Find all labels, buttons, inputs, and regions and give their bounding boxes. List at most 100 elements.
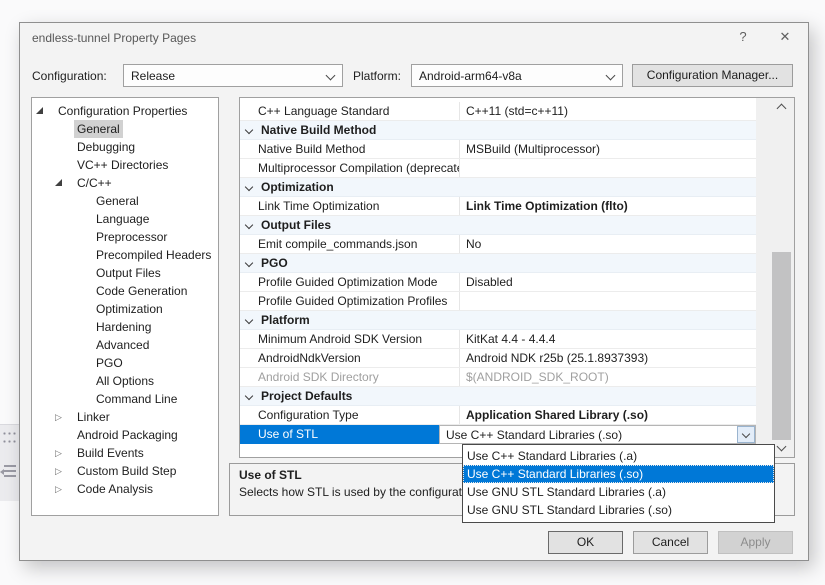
configuration-select[interactable]: Release <box>123 64 343 87</box>
tree-item-all-options[interactable]: All Options <box>32 372 218 390</box>
category-label: PGO <box>261 256 288 270</box>
tree-item-code-analysis[interactable]: ▷ Code Analysis <box>32 480 218 498</box>
tree-item-custom-build-step[interactable]: ▷Custom Build Step <box>32 462 218 480</box>
collapse-icon[interactable] <box>245 316 253 324</box>
property-value[interactable]: Disabled <box>460 273 756 291</box>
tree-item-output-files[interactable]: Output Files <box>32 264 218 282</box>
tree-item-build-events[interactable]: ▷Build Events <box>32 444 218 462</box>
cancel-button[interactable]: Cancel <box>633 531 708 554</box>
grid-row-minimum-android-sdk-version[interactable]: Minimum Android SDK VersionKitKat 4.4 - … <box>240 330 756 349</box>
combobox-dropdown-button[interactable] <box>737 426 755 443</box>
grid-row-emit-compile-commands-json[interactable]: Emit compile_commands.jsonNo <box>240 235 756 254</box>
property-value[interactable]: Android NDK r25b (25.1.8937393) <box>460 349 756 367</box>
property-value[interactable]: No <box>460 235 756 253</box>
tree-item-label: Code Analysis <box>74 480 156 498</box>
expand-icon[interactable]: ▷ <box>55 408 62 426</box>
tree-item-linker[interactable]: ▷Linker <box>32 408 218 426</box>
property-value[interactable]: C++11 (std=c++11) <box>460 102 756 120</box>
grid-scrollbar[interactable] <box>770 99 793 456</box>
scrollbar-thumb[interactable] <box>772 252 791 440</box>
background-dots-decoration <box>2 440 18 443</box>
dropdown-option-use-gnu-stl-standard-libraries-a[interactable]: Use GNU STL Standard Libraries (.a) <box>463 483 774 501</box>
platform-label: Platform: <box>353 69 401 83</box>
platform-value: Android-arm64-v8a <box>412 65 622 83</box>
background-app-fragment <box>0 424 19 501</box>
property-value[interactable] <box>460 292 756 310</box>
tree-item-code-generation[interactable]: Code Generation <box>32 282 218 300</box>
grid-row-profile-guided-optimization-profiles[interactable]: Profile Guided Optimization Profiles <box>240 292 756 311</box>
help-icon[interactable]: ? <box>734 29 752 47</box>
configuration-value: Release <box>124 65 342 83</box>
tree-item-c-c[interactable]: C/C++ <box>32 174 218 192</box>
collapse-icon[interactable] <box>245 221 253 229</box>
grid-row-use-of-stl[interactable]: Use of STLUse C++ Standard Libraries (.s… <box>240 425 756 444</box>
tree-item-label: All Options <box>93 372 157 390</box>
collapse-icon[interactable] <box>245 183 253 191</box>
tree-item-pgo[interactable]: PGO <box>32 354 218 372</box>
grid-row-native-build-method[interactable]: Native Build MethodMSBuild (Multiprocess… <box>240 140 756 159</box>
property-value[interactable]: Link Time Optimization (flto) <box>460 197 756 215</box>
tree-item-label: Output Files <box>93 264 164 282</box>
tree-item-language[interactable]: Language <box>32 210 218 228</box>
property-value[interactable]: MSBuild (Multiprocessor) <box>460 140 756 158</box>
grid-category-optimization[interactable]: Optimization <box>240 178 756 197</box>
tree-item-general[interactable]: General <box>32 120 218 138</box>
tree-item-configuration-properties[interactable]: Configuration Properties <box>32 102 218 120</box>
grid-category-output-files[interactable]: Output Files <box>240 216 756 235</box>
background-dots-decoration <box>2 432 18 435</box>
expand-icon[interactable]: ▷ <box>55 480 62 498</box>
collapse-icon[interactable] <box>245 392 253 400</box>
collapse-icon[interactable] <box>36 107 43 114</box>
tree-item-label: VC++ Directories <box>74 156 171 174</box>
tree-item-vc-directories[interactable]: VC++ Directories <box>32 156 218 174</box>
combobox-value: Use C++ Standard Libraries (.so) <box>446 428 622 442</box>
grid-category-platform[interactable]: Platform <box>240 311 756 330</box>
tree-item-general[interactable]: General <box>32 192 218 210</box>
grid-category-project-defaults[interactable]: Project Defaults <box>240 387 756 406</box>
background-list-icon <box>4 465 16 480</box>
property-name: Configuration Type <box>240 406 460 424</box>
configuration-manager-button[interactable]: Configuration Manager... <box>632 64 793 87</box>
chevron-down-icon <box>742 430 750 438</box>
tree-item-label: Command Line <box>93 390 180 408</box>
dropdown-option-use-c-standard-libraries-a[interactable]: Use C++ Standard Libraries (.a) <box>463 447 774 465</box>
grid-category-native-build-method[interactable]: Native Build Method <box>240 121 756 140</box>
expand-icon[interactable]: ▷ <box>55 444 62 462</box>
stl-dropdown-list: Use C++ Standard Libraries (.a)Use C++ S… <box>462 444 775 523</box>
property-name: AndroidNdkVersion <box>240 349 460 367</box>
dropdown-option-use-gnu-stl-standard-libraries-so[interactable]: Use GNU STL Standard Libraries (.so) <box>463 501 774 519</box>
grid-category-pgo[interactable]: PGO <box>240 254 756 273</box>
tree-item-hardening[interactable]: Hardening <box>32 318 218 336</box>
grid-row-profile-guided-optimization-mode[interactable]: Profile Guided Optimization ModeDisabled <box>240 273 756 292</box>
grid-row-android-sdk-directory[interactable]: Android SDK Directory$(ANDROID_SDK_ROOT) <box>240 368 756 387</box>
grid-row-link-time-optimization[interactable]: Link Time OptimizationLink Time Optimiza… <box>240 197 756 216</box>
grid-row-multiprocessor-compilation-deprecated[interactable]: Multiprocessor Compilation (deprecated) <box>240 159 756 178</box>
property-value-combobox[interactable]: Use C++ Standard Libraries (.so) <box>439 425 756 444</box>
tree-item-advanced[interactable]: Advanced <box>32 336 218 354</box>
tree-item-label: Code Generation <box>93 282 190 300</box>
tree-item-preprocessor[interactable]: Preprocessor <box>32 228 218 246</box>
scroll-up-icon[interactable] <box>770 99 793 115</box>
expand-icon[interactable]: ▷ <box>55 462 62 480</box>
property-name: Link Time Optimization <box>240 197 460 215</box>
tree-item-optimization[interactable]: Optimization <box>32 300 218 318</box>
grid-row-configuration-type[interactable]: Configuration TypeApplication Shared Lib… <box>240 406 756 425</box>
close-icon[interactable]: ✕ <box>776 29 794 47</box>
grid-row-c-language-standard[interactable]: C++ Language StandardC++11 (std=c++11) <box>240 102 756 121</box>
property-value[interactable]: Application Shared Library (.so) <box>460 406 756 424</box>
collapse-icon[interactable] <box>55 179 62 186</box>
tree-item-android-packaging[interactable]: Android Packaging <box>32 426 218 444</box>
platform-select[interactable]: Android-arm64-v8a <box>411 64 623 87</box>
dropdown-option-use-c-standard-libraries-so[interactable]: Use C++ Standard Libraries (.so) <box>463 465 774 483</box>
property-value[interactable] <box>460 159 756 177</box>
grid-row-androidndkversion[interactable]: AndroidNdkVersionAndroid NDK r25b (25.1.… <box>240 349 756 368</box>
tree-item-debugging[interactable]: Debugging <box>32 138 218 156</box>
collapse-icon[interactable] <box>245 259 253 267</box>
collapse-icon[interactable] <box>245 126 253 134</box>
ok-button[interactable]: OK <box>548 531 623 554</box>
tree-item-precompiled-headers[interactable]: Precompiled Headers <box>32 246 218 264</box>
tree-item-command-line[interactable]: Command Line <box>32 390 218 408</box>
property-value[interactable]: KitKat 4.4 - 4.4.4 <box>460 330 756 348</box>
property-value[interactable]: $(ANDROID_SDK_ROOT) <box>460 368 756 386</box>
background-arrow-icon <box>0 469 4 475</box>
